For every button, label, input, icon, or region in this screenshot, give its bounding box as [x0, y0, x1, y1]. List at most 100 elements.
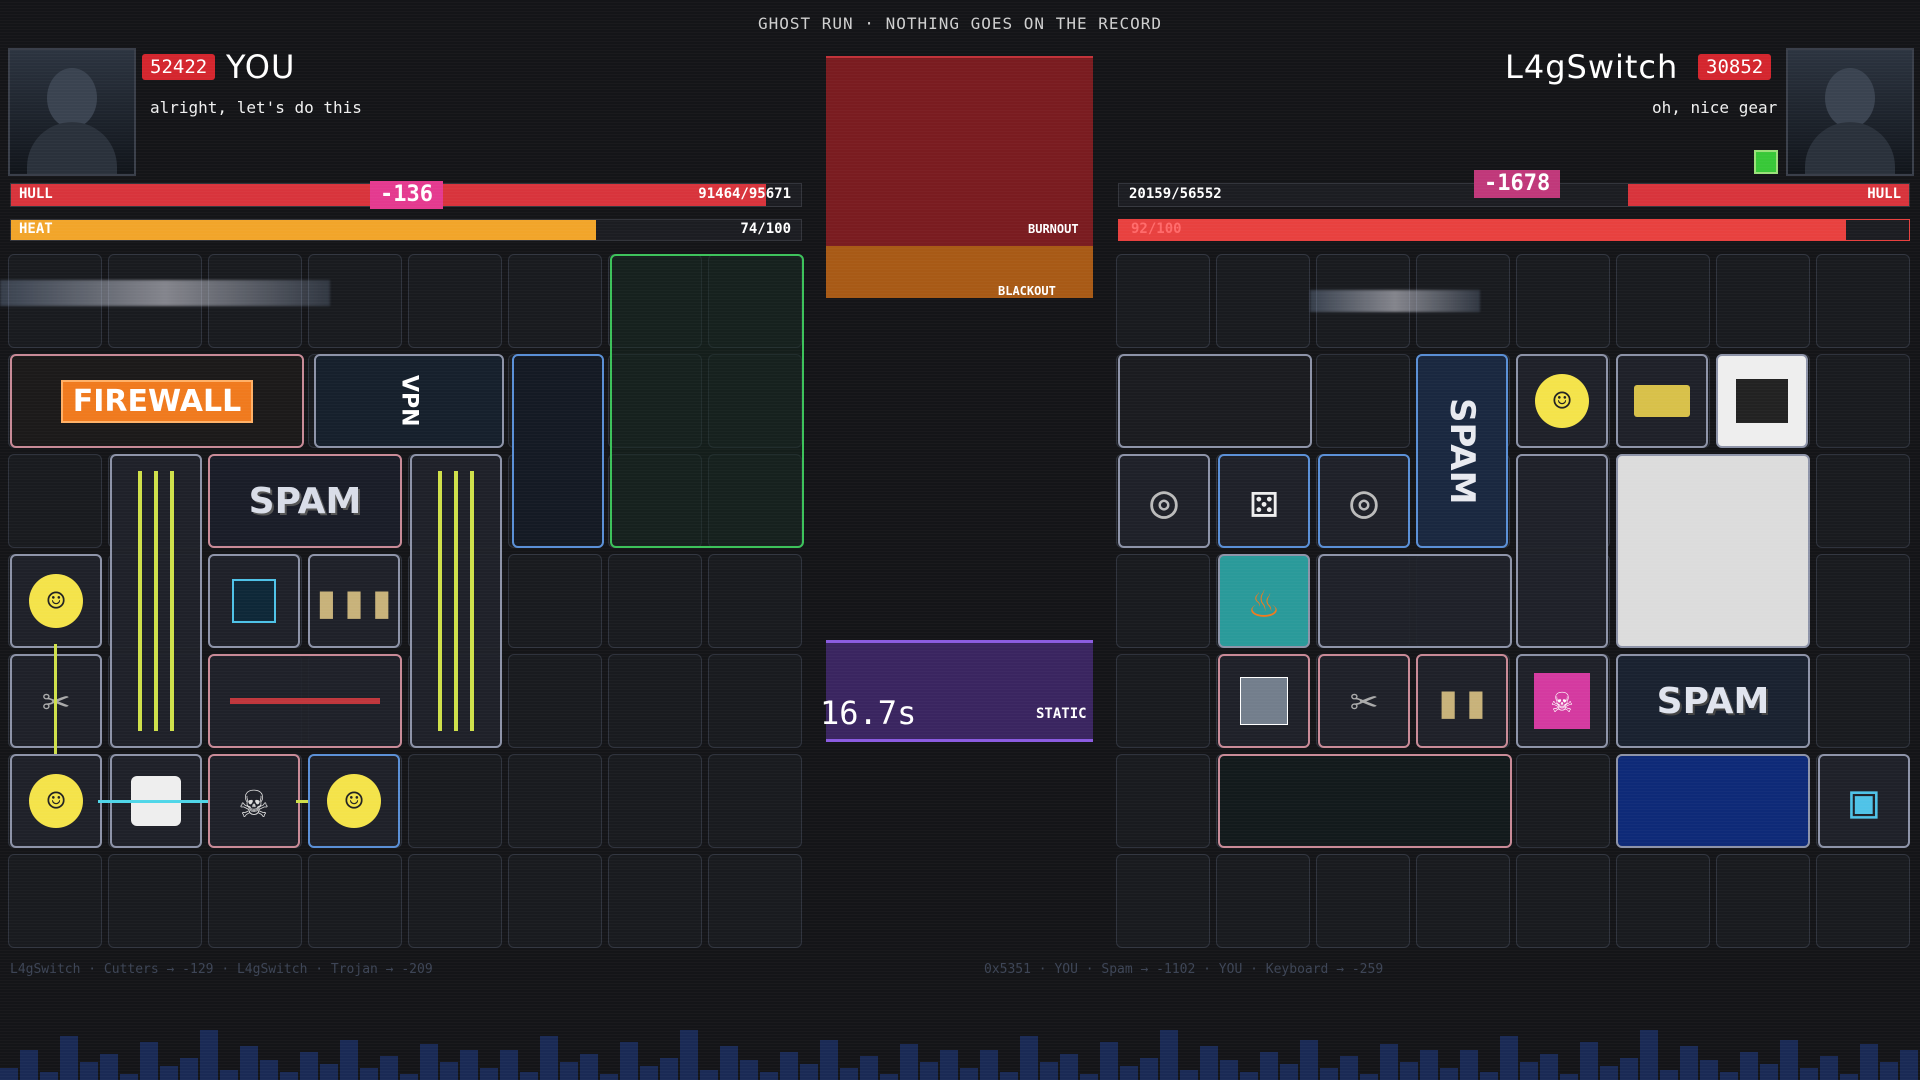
grid-slot[interactable] — [1816, 554, 1910, 648]
grid-slot[interactable] — [108, 854, 202, 948]
opponent-waveform-item[interactable] — [1616, 754, 1810, 848]
visualizer-bar — [1420, 1050, 1438, 1080]
glitch-strip — [0, 280, 330, 306]
opponent-robot-item[interactable]: ▣ — [1818, 754, 1910, 848]
visualizer-bar — [1260, 1052, 1278, 1080]
visualizer-bar — [0, 1068, 18, 1080]
opponent-screwdriver-item[interactable] — [1318, 554, 1512, 648]
opponent-skull-item[interactable]: ☠ — [1516, 654, 1608, 748]
grid-slot[interactable] — [1116, 554, 1210, 648]
grid-slot[interactable] — [308, 854, 402, 948]
opponent-mug-item[interactable]: ☺ — [1516, 354, 1608, 448]
visualizer-bar — [60, 1036, 78, 1080]
grid-slot[interactable] — [708, 654, 802, 748]
grid-slot[interactable] — [1616, 254, 1710, 348]
opponent-disc-item[interactable]: ◎ — [1118, 454, 1210, 548]
grid-slot[interactable] — [1516, 854, 1610, 948]
opponent-battery-item[interactable]: ▮▮ — [1416, 654, 1508, 748]
mug-item[interactable]: ☺ — [308, 754, 400, 848]
grid-slot[interactable] — [508, 554, 602, 648]
disc-icon: ◎ — [1150, 474, 1178, 528]
grid-slot[interactable] — [708, 854, 802, 948]
opponent-circuit-item[interactable] — [1218, 754, 1512, 848]
grid-slot[interactable] — [1516, 754, 1610, 848]
visualizer-bar — [380, 1056, 398, 1080]
visualizer-bar — [200, 1030, 218, 1080]
visualizer-bar — [1460, 1050, 1478, 1080]
visualizer-bar — [1740, 1052, 1758, 1080]
grid-slot[interactable] — [508, 854, 602, 948]
visualizer-bar — [280, 1072, 298, 1080]
grid-slot[interactable] — [1316, 854, 1410, 948]
grid-slot[interactable] — [1116, 654, 1210, 748]
spam-item[interactable]: SPAM — [208, 454, 402, 548]
cassette-icon — [1634, 385, 1690, 417]
opponent-dice-item[interactable]: ⚄ — [1218, 454, 1310, 548]
screwdriver-item[interactable] — [208, 654, 402, 748]
opponent-pc-tower-item[interactable] — [1616, 454, 1810, 648]
grid-slot[interactable] — [1516, 254, 1610, 348]
grid-slot[interactable] — [8, 854, 102, 948]
grid-slot[interactable] — [408, 854, 502, 948]
grid-slot[interactable] — [608, 754, 702, 848]
cpu-chip-item[interactable] — [208, 554, 300, 648]
grid-slot[interactable] — [408, 254, 502, 348]
grid-slot[interactable] — [608, 854, 702, 948]
grid-slot[interactable] — [1816, 254, 1910, 348]
visualizer-bar — [940, 1050, 958, 1080]
visualizer-bar — [1780, 1040, 1798, 1080]
grid-slot[interactable] — [1416, 854, 1510, 948]
opponent-spam-item[interactable]: SPAM — [1616, 654, 1810, 748]
grid-slot[interactable] — [1816, 654, 1910, 748]
opponent-ice-item[interactable] — [1218, 654, 1310, 748]
grid-slot[interactable] — [708, 554, 802, 648]
vpn-item[interactable]: VPN — [314, 354, 504, 448]
opponent-flame-item[interactable]: ♨ — [1218, 554, 1310, 648]
mug-item[interactable]: ☺ — [10, 554, 102, 648]
grid-slot[interactable] — [608, 654, 702, 748]
cable-bundle-item[interactable] — [410, 454, 502, 748]
grid-slot[interactable] — [708, 754, 802, 848]
grid-slot[interactable] — [1716, 254, 1810, 348]
grid-slot[interactable] — [1716, 854, 1810, 948]
visualizer-bar — [1480, 1072, 1498, 1080]
grid-slot[interactable] — [1116, 854, 1210, 948]
visualizer-bar — [1660, 1070, 1678, 1080]
opponent-skates-item[interactable] — [1516, 454, 1608, 648]
battery-item[interactable]: ▮▮▮ — [308, 554, 400, 648]
grid-slot[interactable] — [1816, 354, 1910, 448]
grid-slot[interactable] — [1816, 854, 1910, 948]
circuit-board-item[interactable] — [610, 254, 804, 548]
grid-slot[interactable] — [1616, 854, 1710, 948]
grid-slot[interactable] — [208, 854, 302, 948]
grid-slot[interactable] — [1316, 354, 1410, 448]
grid-slot[interactable] — [1216, 254, 1310, 348]
visualizer-bar — [860, 1056, 878, 1080]
grid-slot[interactable] — [1116, 254, 1210, 348]
grid-slot[interactable] — [1816, 454, 1910, 548]
grid-slot[interactable] — [8, 454, 102, 548]
grid-slot[interactable] — [1216, 854, 1310, 948]
opponent-disc-item[interactable]: ◎ — [1318, 454, 1410, 548]
grid-slot[interactable] — [508, 754, 602, 848]
visualizer-bar — [780, 1052, 798, 1080]
opponent-spam-vertical-item[interactable]: SPAM — [1416, 354, 1508, 548]
opponent-cassette-item[interactable] — [1616, 354, 1708, 448]
opponent-cutters-item[interactable]: ✂ — [1318, 654, 1410, 748]
keyboard-item[interactable] — [512, 354, 604, 548]
grid-slot[interactable] — [1116, 754, 1210, 848]
firewall-item[interactable]: FIREWALL — [10, 354, 304, 448]
visualizer-bar — [1220, 1060, 1238, 1080]
grid-slot[interactable] — [508, 654, 602, 748]
visualizer-bar — [1040, 1062, 1058, 1080]
opponent-monitor-item[interactable] — [1118, 354, 1312, 448]
opponent-router-item[interactable] — [1716, 354, 1808, 448]
skull-item[interactable]: ☠ — [208, 754, 300, 848]
grid-slot[interactable] — [508, 254, 602, 348]
grid-slot[interactable] — [608, 554, 702, 648]
visualizer-bar — [1200, 1046, 1218, 1080]
cable-bundle-item[interactable] — [110, 454, 202, 748]
mug-item[interactable]: ☺ — [10, 754, 102, 848]
grid-slot[interactable] — [408, 754, 502, 848]
visualizer-bar — [840, 1068, 858, 1080]
